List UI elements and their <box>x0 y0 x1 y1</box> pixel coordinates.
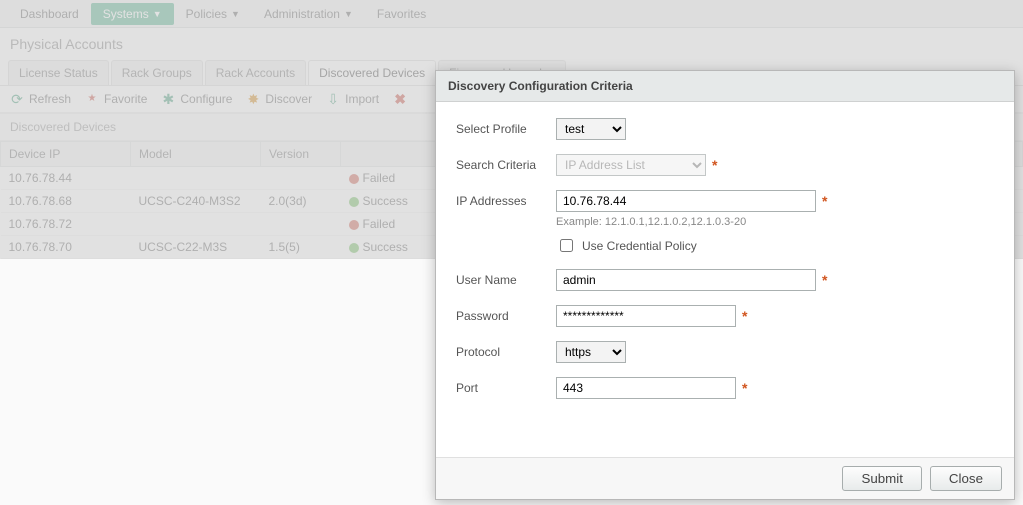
ip-addresses-input[interactable] <box>556 190 816 212</box>
required-icon: * <box>822 272 827 288</box>
select-profile-dropdown[interactable]: test <box>556 118 626 140</box>
protocol-label: Protocol <box>456 345 556 359</box>
port-label: Port <box>456 381 556 395</box>
ip-hint: Example: 12.1.0.1,12.1.0.2,12.1.0.3-20 <box>556 216 994 228</box>
discovery-modal: Discovery Configuration Criteria Select … <box>435 70 1015 500</box>
submit-button[interactable]: Submit <box>842 466 921 491</box>
search-criteria-label: Search Criteria <box>456 158 556 172</box>
username-label: User Name <box>456 273 556 287</box>
required-icon: * <box>742 308 747 324</box>
required-icon: * <box>712 157 717 173</box>
password-label: Password <box>456 309 556 323</box>
required-icon: * <box>822 193 827 209</box>
close-button[interactable]: Close <box>930 466 1002 491</box>
select-profile-label: Select Profile <box>456 122 556 136</box>
password-input[interactable] <box>556 305 736 327</box>
username-input[interactable] <box>556 269 816 291</box>
use-credential-policy-label: Use Credential Policy <box>582 239 697 253</box>
modal-title: Discovery Configuration Criteria <box>436 71 1014 102</box>
use-credential-policy-checkbox[interactable] <box>560 239 573 252</box>
protocol-dropdown[interactable]: https <box>556 341 626 363</box>
search-criteria-dropdown[interactable]: IP Address List <box>556 154 706 176</box>
port-input[interactable] <box>556 377 736 399</box>
required-icon: * <box>742 380 747 396</box>
ip-addresses-label: IP Addresses <box>456 194 556 208</box>
